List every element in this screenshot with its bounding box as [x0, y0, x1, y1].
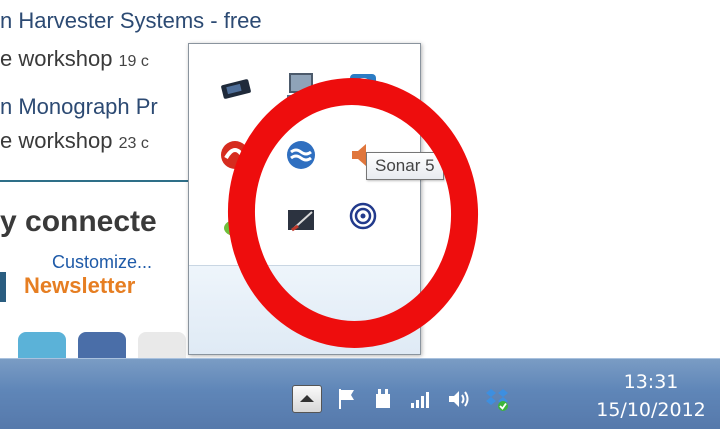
- clock-date: 15/10/2012: [596, 399, 706, 421]
- event-title-2[interactable]: n Monograph Pr: [0, 94, 158, 120]
- dropbox-icon[interactable]: [484, 386, 510, 412]
- volume-icon[interactable]: [446, 386, 472, 412]
- system-clock[interactable]: 13:31 15/10/2012: [586, 368, 716, 424]
- event-meta-1: e workshop 19 c: [0, 46, 149, 72]
- event-type-2: e workshop: [0, 128, 113, 153]
- event-date-1: 19 c: [118, 53, 149, 70]
- newsletter-label: Newsletter: [24, 272, 136, 298]
- show-hidden-icons-button[interactable]: [292, 385, 322, 413]
- flag-icon[interactable]: [334, 386, 360, 412]
- customize-link[interactable]: Customize...: [52, 252, 152, 273]
- signal-bars-icon[interactable]: [408, 386, 434, 412]
- event-date-2: 23 c: [118, 135, 149, 152]
- section-divider: [0, 180, 200, 182]
- event-meta-2: e workshop 23 c: [0, 128, 149, 154]
- clock-time: 13:31: [623, 371, 679, 393]
- newsletter-bar: [0, 272, 6, 302]
- power-plug-icon[interactable]: [370, 386, 396, 412]
- graphics-tablet-icon[interactable]: [219, 72, 253, 106]
- event-title-1[interactable]: n Harvester Systems - free: [0, 8, 262, 34]
- section-heading: y connecte: [0, 205, 157, 238]
- newsletter-link[interactable]: Newsletter: [0, 272, 135, 302]
- chevron-up-icon: [300, 395, 314, 402]
- event-type-1: e workshop: [0, 46, 113, 71]
